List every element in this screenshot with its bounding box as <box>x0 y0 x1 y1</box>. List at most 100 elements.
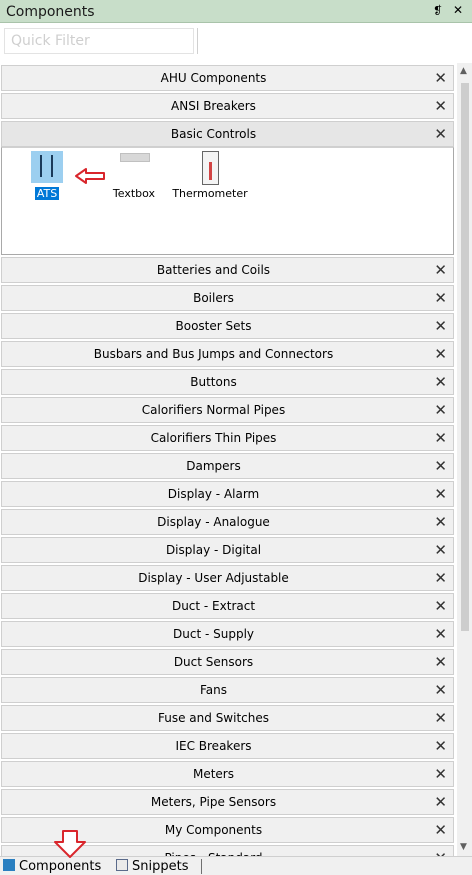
quick-filter-input[interactable] <box>4 28 194 54</box>
group-header[interactable]: Meters ✕ <box>1 761 454 787</box>
components-tab-icon <box>3 859 15 871</box>
group-label: Fuse and Switches <box>158 711 269 725</box>
filter-divider <box>197 28 198 54</box>
group-label: Calorifiers Thin Pipes <box>150 431 277 445</box>
close-icon[interactable]: ✕ <box>434 317 447 335</box>
vertical-scrollbar[interactable]: ▲ ▼ <box>457 63 472 856</box>
component-label: ATS <box>34 187 60 200</box>
close-icon[interactable]: ✕ <box>434 793 447 811</box>
group-label: Busbars and Bus Jumps and Connectors <box>93 347 334 361</box>
group-header[interactable]: Buttons ✕ <box>1 369 454 395</box>
group-header[interactable]: Batteries and Coils ✕ <box>1 257 454 283</box>
pin-icon[interactable]: ❡ <box>433 4 442 17</box>
group-header[interactable]: Duct - Supply ✕ <box>1 621 454 647</box>
close-icon[interactable]: ✕ <box>434 429 447 447</box>
close-icon[interactable]: ✕ <box>434 709 447 727</box>
ats-switch-icon[interactable] <box>31 151 63 183</box>
textbox-icon[interactable] <box>120 153 150 162</box>
group-header[interactable]: Busbars and Bus Jumps and Connectors ✕ <box>1 341 454 367</box>
close-icon[interactable]: ✕ <box>434 597 447 615</box>
close-icon[interactable]: ✕ <box>453 3 463 17</box>
group-header[interactable]: Boilers ✕ <box>1 285 454 311</box>
close-icon[interactable]: ✕ <box>434 457 447 475</box>
group-label: Display - User Adjustable <box>138 571 289 585</box>
group-label: ANSI Breakers <box>171 99 256 113</box>
panel-title: Components <box>6 4 95 20</box>
group-header[interactable]: Duct - Extract ✕ <box>1 593 454 619</box>
filter-bar <box>0 23 472 60</box>
group-label: Duct - Supply <box>173 627 254 641</box>
scrollbar-thumb[interactable] <box>461 83 469 631</box>
group-items-panel: ATS Textbox Thermometer <box>1 147 454 255</box>
close-icon[interactable]: ✕ <box>434 345 447 363</box>
close-icon[interactable]: ✕ <box>434 765 447 783</box>
component-item-textbox[interactable]: Textbox <box>94 186 174 200</box>
component-label: Textbox <box>112 187 156 200</box>
close-icon[interactable]: ✕ <box>434 513 447 531</box>
close-icon[interactable]: ✕ <box>434 97 447 115</box>
thermometer-icon[interactable] <box>202 151 219 185</box>
tab-components[interactable]: Components <box>3 859 101 875</box>
group-header[interactable]: Display - Analogue ✕ <box>1 509 454 535</box>
component-groups-list: AHU Components ✕ ANSI Breakers ✕ Basic C… <box>0 63 456 856</box>
group-label: Batteries and Coils <box>156 263 271 277</box>
group-header[interactable]: Fuse and Switches ✕ <box>1 705 454 731</box>
annotation-arrow-icon <box>54 830 86 858</box>
annotation-arrow-icon <box>75 168 105 184</box>
group-label: Meters <box>192 767 234 781</box>
group-label: Buttons <box>190 375 237 389</box>
group-label: Calorifiers Normal Pipes <box>141 403 286 417</box>
close-icon[interactable]: ✕ <box>434 69 447 87</box>
tab-snippets[interactable]: Snippets <box>116 859 188 875</box>
group-label: Display - Digital <box>165 543 262 557</box>
group-header-expanded[interactable]: Basic Controls ✕ <box>1 121 454 147</box>
group-label: Fans <box>199 683 227 697</box>
close-icon[interactable]: ✕ <box>434 541 447 559</box>
close-icon[interactable]: ✕ <box>434 289 447 307</box>
group-header[interactable]: ANSI Breakers ✕ <box>1 93 454 119</box>
close-icon[interactable]: ✕ <box>434 821 447 839</box>
close-icon[interactable]: ✕ <box>434 125 447 143</box>
close-icon[interactable]: ✕ <box>434 401 447 419</box>
scroll-down-icon[interactable]: ▼ <box>460 842 467 852</box>
group-header[interactable]: Fans ✕ <box>1 677 454 703</box>
group-header[interactable]: Booster Sets ✕ <box>1 313 454 339</box>
component-item-ats[interactable]: ATS <box>7 186 87 200</box>
tab-label: Snippets <box>132 859 189 874</box>
component-item-thermometer[interactable]: Thermometer <box>170 186 250 200</box>
snippets-tab-icon <box>116 859 128 871</box>
group-label: Duct Sensors <box>173 655 254 669</box>
close-icon[interactable]: ✕ <box>434 849 447 856</box>
group-label: Dampers <box>186 459 241 473</box>
close-icon[interactable]: ✕ <box>434 625 447 643</box>
group-header[interactable]: AHU Components ✕ <box>1 65 454 91</box>
group-header[interactable]: Display - Digital ✕ <box>1 537 454 563</box>
group-header[interactable]: Duct Sensors ✕ <box>1 649 454 675</box>
group-header[interactable]: Calorifiers Thin Pipes ✕ <box>1 425 454 451</box>
group-label: AHU Components <box>160 71 267 85</box>
group-label: Basic Controls <box>170 127 257 141</box>
tab-label: Components <box>19 859 102 874</box>
scroll-up-icon[interactable]: ▲ <box>460 66 467 76</box>
group-label: Booster Sets <box>175 319 252 333</box>
group-label: IEC Breakers <box>175 739 252 753</box>
group-header[interactable]: Dampers ✕ <box>1 453 454 479</box>
close-icon[interactable]: ✕ <box>434 653 447 671</box>
group-label: Display - Alarm <box>167 487 260 501</box>
close-icon[interactable]: ✕ <box>434 737 447 755</box>
group-label: Duct - Extract <box>171 599 256 613</box>
close-icon[interactable]: ✕ <box>434 373 447 391</box>
group-header[interactable]: Meters, Pipe Sensors ✕ <box>1 789 454 815</box>
group-header[interactable]: Calorifiers Normal Pipes ✕ <box>1 397 454 423</box>
tab-divider <box>201 859 202 874</box>
group-label: Meters, Pipe Sensors <box>150 795 277 809</box>
group-header[interactable]: Display - User Adjustable ✕ <box>1 565 454 591</box>
close-icon[interactable]: ✕ <box>434 569 447 587</box>
group-header[interactable]: IEC Breakers ✕ <box>1 733 454 759</box>
close-icon[interactable]: ✕ <box>434 261 447 279</box>
close-icon[interactable]: ✕ <box>434 681 447 699</box>
component-label: Thermometer <box>172 187 248 200</box>
close-icon[interactable]: ✕ <box>434 485 447 503</box>
group-label: Display - Analogue <box>157 515 270 529</box>
group-header[interactable]: Display - Alarm ✕ <box>1 481 454 507</box>
